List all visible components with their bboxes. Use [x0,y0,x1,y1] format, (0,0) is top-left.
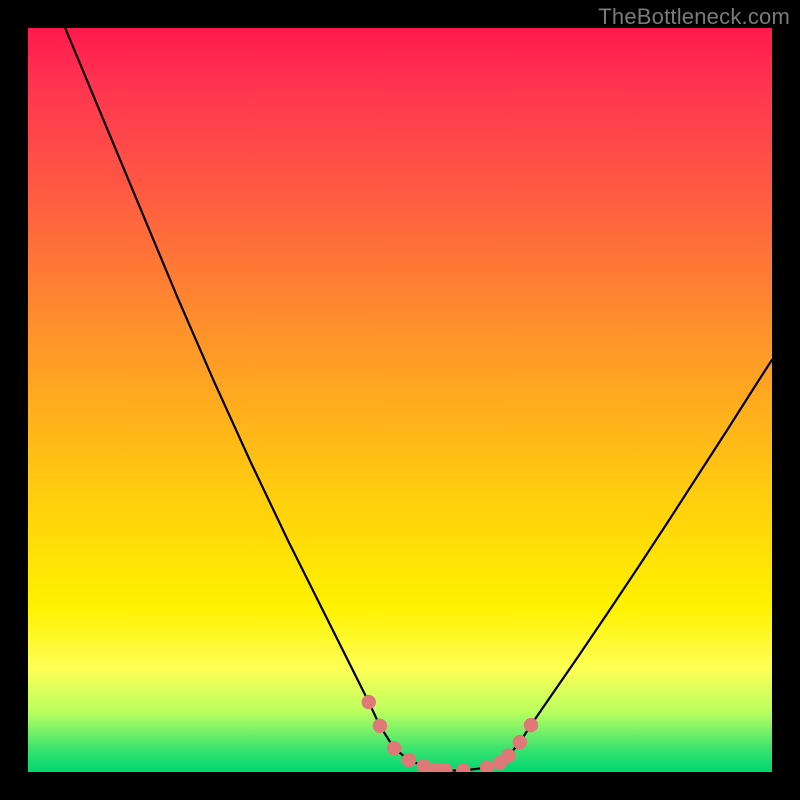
data-marker [524,718,538,732]
plot-area [28,28,772,772]
curve-left [65,28,445,771]
data-marker [456,763,470,772]
data-marker [501,748,515,762]
data-marker [513,735,527,749]
data-marker [362,695,376,709]
data-marker [387,741,401,755]
curve-right [445,360,772,771]
data-marker [373,719,387,733]
data-marker [480,760,494,772]
data-marker [402,753,416,767]
chart-frame: TheBottleneck.com [0,0,800,800]
watermark-label: TheBottleneck.com [598,4,790,30]
curve-layer [28,28,772,772]
